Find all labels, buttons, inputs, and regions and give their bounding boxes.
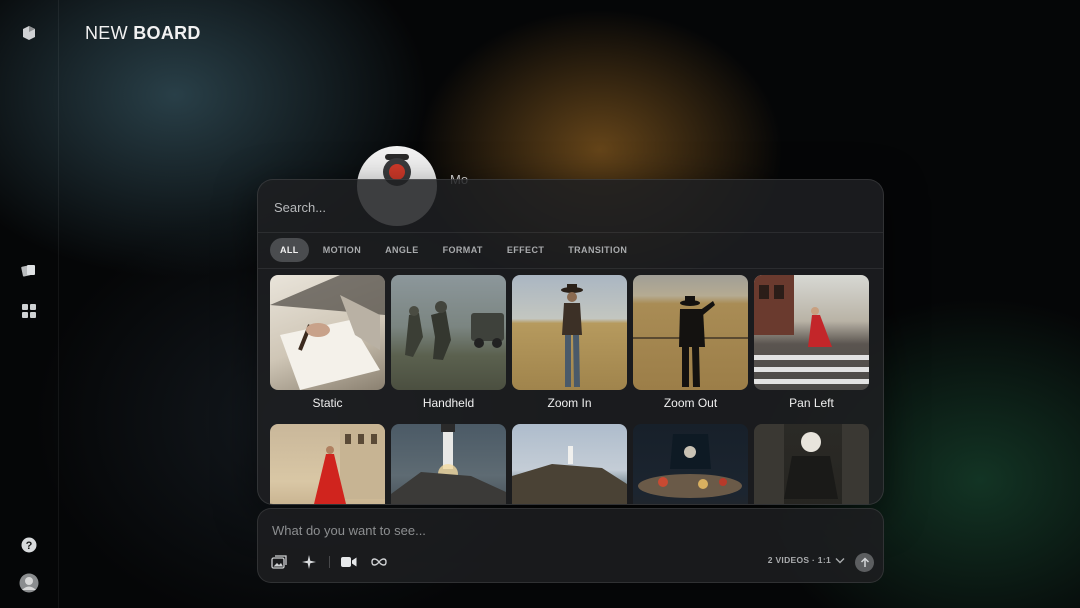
- preset-card-9[interactable]: [633, 424, 748, 504]
- preset-thumbnail: [512, 275, 627, 390]
- preset-thumbnail: [754, 424, 869, 504]
- user-avatar[interactable]: [19, 573, 39, 593]
- preset-thumbnail: [633, 424, 748, 504]
- preset-thumbnail: [754, 275, 869, 390]
- tab-angle[interactable]: ANGLE: [375, 238, 429, 262]
- preset-thumbnail: [391, 424, 506, 504]
- tab-transition[interactable]: TRANSITION: [558, 238, 637, 262]
- send-button[interactable]: [855, 553, 874, 572]
- arrow-up-icon: [860, 557, 869, 567]
- tab-motion[interactable]: MOTION: [313, 238, 371, 262]
- preset-thumbnail: [391, 275, 506, 390]
- preset-card-pan-left[interactable]: Pan Left: [754, 275, 869, 410]
- svg-text:?: ?: [26, 540, 33, 552]
- generation-settings-dropdown[interactable]: 2 VIDEOS · 1:1: [768, 555, 845, 565]
- infinity-icon[interactable]: [370, 553, 388, 571]
- preset-card-zoom-in[interactable]: Zoom In: [512, 275, 627, 410]
- preset-thumbnail: [512, 424, 627, 504]
- logo-icon[interactable]: [19, 23, 39, 43]
- tab-all[interactable]: ALL: [270, 238, 309, 262]
- prompt-box: 2 VIDEOS · 1:1: [257, 508, 884, 583]
- preset-card-8[interactable]: [512, 424, 627, 504]
- board-title-prefix: NEW: [85, 23, 128, 43]
- prompt-input[interactable]: [270, 519, 864, 541]
- app-window: ? NEW BOARD Mo ALL MOTION: [0, 0, 1080, 608]
- library-icon[interactable]: [19, 260, 39, 280]
- preset-label: Pan Left: [789, 396, 834, 410]
- preset-card-zoom-out[interactable]: Zoom Out: [633, 275, 748, 410]
- preset-thumbnail: [270, 424, 385, 504]
- preset-label: Zoom Out: [663, 396, 718, 410]
- preset-label: Static: [312, 396, 343, 410]
- preset-grid: Static Handheld Zoom In Zoom Out Pan Lef…: [270, 275, 869, 504]
- preset-card-handheld[interactable]: Handheld: [391, 275, 506, 410]
- tab-format[interactable]: FORMAT: [433, 238, 493, 262]
- preset-search-input[interactable]: [272, 194, 866, 220]
- image-icon[interactable]: [270, 553, 288, 571]
- grid-icon[interactable]: [19, 301, 39, 321]
- sparkle-icon[interactable]: [300, 553, 318, 571]
- board-title[interactable]: NEW BOARD: [85, 23, 201, 44]
- preset-thumbnail: [633, 275, 748, 390]
- preset-card-7[interactable]: [391, 424, 506, 504]
- video-camera-icon[interactable]: [340, 553, 358, 571]
- preset-category-tabs: ALL MOTION ANGLE FORMAT EFFECT TRANSITIO…: [270, 238, 637, 262]
- generation-settings-label: 2 VIDEOS · 1:1: [767, 555, 831, 565]
- help-icon[interactable]: ?: [19, 535, 39, 555]
- preset-card-10[interactable]: [754, 424, 869, 504]
- sidebar: ?: [0, 0, 59, 608]
- preset-label: Handheld: [422, 396, 475, 410]
- tab-effect[interactable]: EFFECT: [497, 238, 554, 262]
- preset-search-bar: [258, 180, 883, 233]
- preset-label: Zoom In: [547, 396, 592, 410]
- tabs-divider: [258, 268, 883, 269]
- preset-panel: ALL MOTION ANGLE FORMAT EFFECT TRANSITIO…: [257, 179, 884, 505]
- toolbar-divider: [329, 556, 330, 568]
- chevron-down-icon: [835, 557, 845, 563]
- board-title-bold: BOARD: [133, 23, 201, 43]
- preset-card-6[interactable]: [270, 424, 385, 504]
- preset-thumbnail: [270, 275, 385, 390]
- preset-card-static[interactable]: Static: [270, 275, 385, 410]
